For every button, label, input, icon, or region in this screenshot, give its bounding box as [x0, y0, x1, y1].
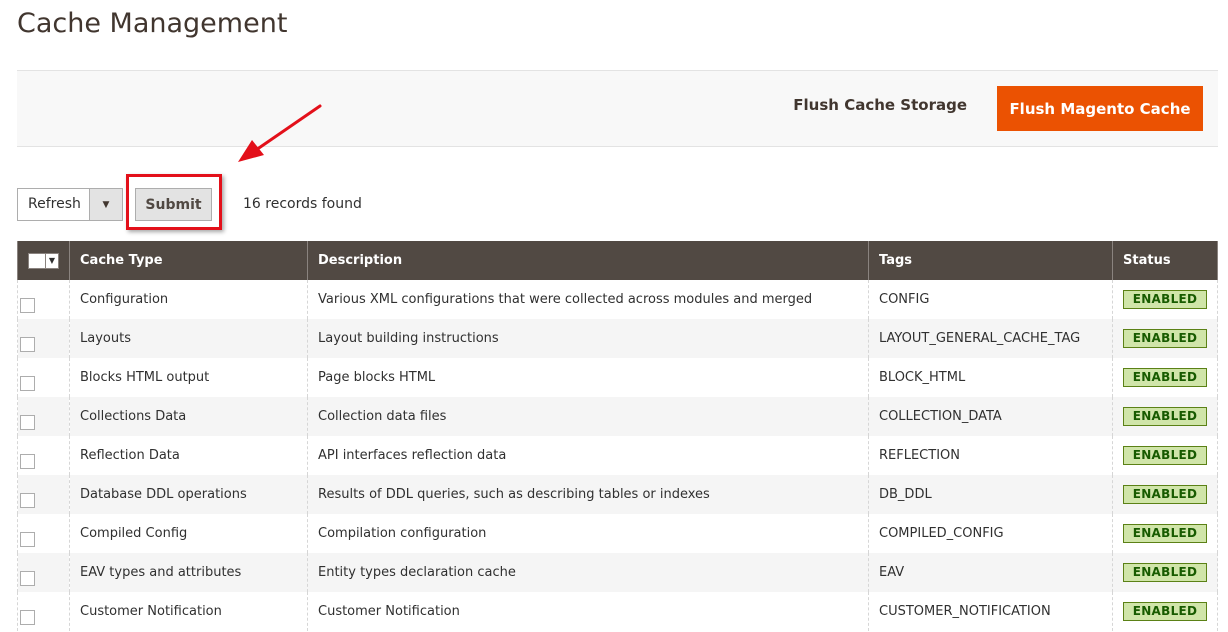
tags-cell: BLOCK_HTML	[868, 358, 1113, 397]
row-checkbox-cell	[17, 397, 70, 436]
table-row[interactable]: Layouts Layout building instructions LAYOU…	[17, 319, 1218, 358]
cache-type-cell: Blocks HTML output	[69, 358, 308, 397]
table-row[interactable]: Customer Notification Customer Notificati…	[17, 592, 1218, 631]
mass-select-dropdown[interactable]: ▼	[28, 252, 59, 269]
table-row[interactable]: Blocks HTML output Page blocks HTML BLOCK_…	[17, 358, 1218, 397]
status-cell: ENABLED	[1112, 514, 1218, 553]
tags-cell: CUSTOMER_NOTIFICATION	[868, 592, 1113, 631]
tags-cell: REFLECTION	[868, 436, 1113, 475]
flush-cache-storage-button[interactable]: Flush Cache Storage	[793, 96, 967, 114]
row-checkbox-cell	[17, 514, 70, 553]
column-header-cache-type[interactable]: Cache Type	[69, 241, 308, 280]
cache-type-cell: Compiled Config	[69, 514, 308, 553]
status-badge: ENABLED	[1123, 368, 1207, 387]
row-checkbox-cell	[17, 319, 70, 358]
tags-cell: COLLECTION_DATA	[868, 397, 1113, 436]
status-badge: ENABLED	[1123, 563, 1207, 582]
description-cell: Entity types declaration cache	[307, 553, 869, 592]
status-cell: ENABLED	[1112, 475, 1218, 514]
submit-button[interactable]: Submit	[135, 188, 212, 221]
description-cell: API interfaces reflection data	[307, 436, 869, 475]
column-header-description[interactable]: Description	[307, 241, 869, 280]
table-row[interactable]: Configuration Various XML configurations …	[17, 280, 1218, 319]
description-cell: Various XML configurations that were col…	[307, 280, 869, 319]
status-badge: ENABLED	[1123, 446, 1207, 465]
column-header-status[interactable]: Status	[1112, 241, 1218, 280]
table-row[interactable]: Collections Data Collection data files COL…	[17, 397, 1218, 436]
description-cell: Customer Notification	[307, 592, 869, 631]
grid-header-row: ▼ Cache Type Description Tags Status	[17, 241, 1218, 280]
status-badge: ENABLED	[1123, 602, 1207, 621]
cache-type-cell: Customer Notification	[69, 592, 308, 631]
cache-type-cell: Collections Data	[69, 397, 308, 436]
status-cell: ENABLED	[1112, 358, 1218, 397]
table-row[interactable]: Compiled Config Compilation configuration…	[17, 514, 1218, 553]
status-cell: ENABLED	[1112, 553, 1218, 592]
description-cell: Page blocks HTML	[307, 358, 869, 397]
records-found-count: 16 records found	[243, 196, 362, 212]
row-checkbox[interactable]	[20, 376, 35, 391]
mass-select-header: ▼	[17, 241, 70, 280]
table-row[interactable]: Reflection Data API interfaces reflection…	[17, 436, 1218, 475]
row-checkbox[interactable]	[20, 610, 35, 625]
status-cell: ENABLED	[1112, 319, 1218, 358]
column-header-tags[interactable]: Tags	[868, 241, 1113, 280]
cache-type-cell: Configuration	[69, 280, 308, 319]
tags-cell: COMPILED_CONFIG	[868, 514, 1113, 553]
row-checkbox-cell	[17, 436, 70, 475]
flush-magento-cache-button[interactable]: Flush Magento Cache	[997, 86, 1203, 131]
row-checkbox[interactable]	[20, 532, 35, 547]
annotation-arrow-icon	[238, 104, 322, 162]
description-cell: Collection data files	[307, 397, 869, 436]
status-cell: ENABLED	[1112, 436, 1218, 475]
status-badge: ENABLED	[1123, 329, 1207, 348]
row-checkbox[interactable]	[20, 415, 35, 430]
grid-body: Configuration Various XML configurations …	[17, 280, 1218, 631]
tags-cell: EAV	[868, 553, 1113, 592]
row-checkbox-cell	[17, 358, 70, 397]
tags-cell: LAYOUT_GENERAL_CACHE_TAG	[868, 319, 1113, 358]
tags-cell: DB_DDL	[868, 475, 1113, 514]
select-all-checkbox[interactable]	[29, 253, 45, 268]
chevron-down-icon[interactable]: ▼	[89, 189, 122, 220]
cache-type-cell: Reflection Data	[69, 436, 308, 475]
status-badge: ENABLED	[1123, 524, 1207, 543]
status-cell: ENABLED	[1112, 592, 1218, 631]
row-checkbox-cell	[17, 280, 70, 319]
row-checkbox[interactable]	[20, 454, 35, 469]
row-checkbox[interactable]	[20, 298, 35, 313]
description-cell: Layout building instructions	[307, 319, 869, 358]
cache-type-cell: Layouts	[69, 319, 308, 358]
row-checkbox[interactable]	[20, 571, 35, 586]
page-title: Cache Management	[17, 8, 288, 39]
chevron-down-icon[interactable]: ▼	[45, 253, 58, 268]
status-cell: ENABLED	[1112, 397, 1218, 436]
table-row[interactable]: Database DDL operations Results of DDL qu…	[17, 475, 1218, 514]
row-checkbox-cell	[17, 592, 70, 631]
table-row[interactable]: EAV types and attributes Entity types dec…	[17, 553, 1218, 592]
status-badge: ENABLED	[1123, 485, 1207, 504]
cache-grid: ▼ Cache Type Description Tags Status Con…	[17, 241, 1218, 631]
mass-action-select[interactable]: Refresh ▼	[17, 188, 123, 221]
mass-action-value: Refresh	[28, 196, 81, 212]
description-cell: Results of DDL queries, such as describi…	[307, 475, 869, 514]
tags-cell: CONFIG	[868, 280, 1113, 319]
status-cell: ENABLED	[1112, 280, 1218, 319]
status-badge: ENABLED	[1123, 290, 1207, 309]
row-checkbox-cell	[17, 475, 70, 514]
row-checkbox[interactable]	[20, 337, 35, 352]
row-checkbox[interactable]	[20, 493, 35, 508]
page-actions-bar: Flush Cache Storage Flush Magento Cache	[17, 70, 1218, 147]
row-checkbox-cell	[17, 553, 70, 592]
description-cell: Compilation configuration	[307, 514, 869, 553]
cache-type-cell: EAV types and attributes	[69, 553, 308, 592]
status-badge: ENABLED	[1123, 407, 1207, 426]
cache-type-cell: Database DDL operations	[69, 475, 308, 514]
